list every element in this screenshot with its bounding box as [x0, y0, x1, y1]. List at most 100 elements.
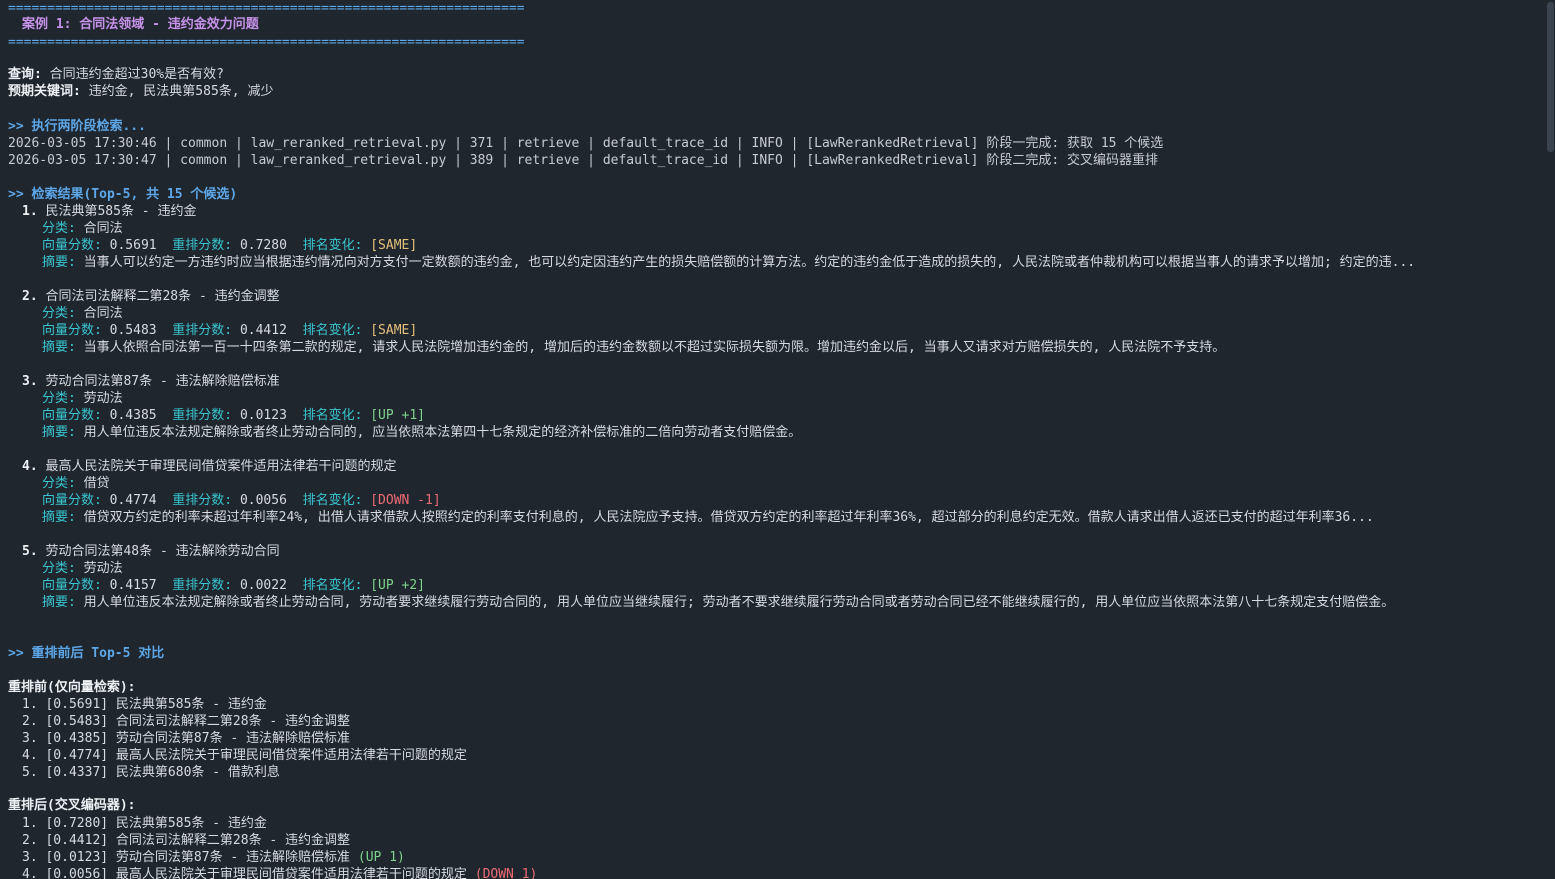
result-summary-line: 摘要: 当事人依照合同法第一百一十四条第二款的规定, 请求人民法院增加违约金的,… [8, 339, 1535, 356]
result-score-line: 向量分数: 0.5691 重排分数: 0.7280 排名变化: [SAME] [8, 237, 417, 254]
log-line: 2026-03-05 17:30:46 | common | law_reran… [8, 136, 1164, 151]
summary-label: 摘要: [42, 595, 76, 610]
vector-score-label: 向量分数: [42, 238, 102, 253]
before-item-text: 4. [0.4774] 最高人民法院关于审理民间借贷案件适用法律若干问题的规定 [22, 748, 467, 763]
summary-label: 摘要: [42, 510, 76, 525]
result-title-line: 5. 劳动合同法第48条 - 违法解除劳动合同 [8, 543, 280, 560]
rerank-score-value: 0.4412 [239, 323, 287, 338]
rank-change-label: 排名变化: [302, 493, 363, 508]
after-item-text: 4. [0.0056] 最高人民法院关于审理民间借贷案件适用法律若干问题的规定 [22, 867, 467, 879]
rerank-score-value: 0.0056 [239, 493, 287, 508]
result-category-line: 分类: 合同法 [8, 305, 123, 322]
rerank-score-label: 重排分数: [172, 578, 233, 593]
after-item-change-tag: (UP 1) [357, 850, 405, 865]
result-number: 1. [22, 204, 38, 219]
keywords-value: 违约金, 民法典第585条, 减少 [88, 84, 274, 99]
result-title: 劳动合同法第87条 - 违法解除赔偿标准 [45, 374, 280, 389]
rank-change-label: 排名变化: [302, 323, 363, 338]
before-list-item: 2. [0.5483] 合同法司法解释二第28条 - 违约金调整 [8, 713, 350, 730]
result-score-line: 向量分数: 0.4157 重排分数: 0.0022 排名变化: [UP +2] [8, 577, 425, 594]
result-number: 4. [22, 459, 38, 474]
case-title: 案例 1: 合同法领域 - 违约金效力问题 [22, 17, 259, 32]
after-item-change-tag: (DOWN 1) [474, 867, 538, 879]
rerank-score-value: 0.0123 [239, 408, 287, 423]
after-list-item: 3. [0.0123] 劳动合同法第87条 - 违法解除赔偿标准 (UP 1) [8, 849, 405, 866]
rerank-score-label: 重排分数: [172, 238, 233, 253]
summary-text: 借贷双方约定的利率未超过年利率24%, 出借人请求借款人按照约定的利率支付利息的… [83, 510, 1374, 525]
before-label: 重排前(仅向量检索): [8, 680, 136, 695]
before-item-text: 5. [0.4337] 民法典第680条 - 借款利息 [22, 765, 280, 780]
summary-text: 用人单位违反本法规定解除或者终止劳动合同, 劳动者要求继续履行劳动合同的, 用人… [83, 595, 1395, 610]
category-label: 分类: [42, 306, 76, 321]
category-value: 合同法 [83, 306, 123, 321]
result-summary-line: 摘要: 用人单位违反本法规定解除或者终止劳动合同的, 应当依照本法第四十七条规定… [8, 424, 1535, 441]
separator-bottom: ========================================… [8, 35, 525, 50]
result-category-line: 分类: 合同法 [8, 220, 123, 237]
rerank-score-value: 0.7280 [239, 238, 287, 253]
category-label: 分类: [42, 391, 76, 406]
rank-change-badge: [DOWN -1] [370, 493, 441, 508]
result-number: 2. [22, 289, 38, 304]
vector-score-value: 0.5691 [109, 238, 157, 253]
category-label: 分类: [42, 476, 76, 491]
query-line: 查询: 合同违约金超过30%是否有效? [8, 66, 224, 83]
vector-score-label: 向量分数: [42, 408, 102, 423]
rank-change-badge: [UP +2] [370, 578, 426, 593]
after-list-item: 4. [0.0056] 最高人民法院关于审理民间借贷案件适用法律若干问题的规定 … [8, 866, 537, 879]
result-summary-line: 摘要: 用人单位违反本法规定解除或者终止劳动合同, 劳动者要求继续履行劳动合同的… [8, 594, 1535, 611]
vector-score-label: 向量分数: [42, 323, 102, 338]
result-title-line: 4. 最高人民法院关于审理民间借贷案件适用法律若干问题的规定 [8, 458, 397, 475]
summary-text: 当事人可以约定一方违约时应当根据违约情况向对方支付一定数额的违约金, 也可以约定… [83, 255, 1416, 270]
result-score-line: 向量分数: 0.5483 重排分数: 0.4412 排名变化: [SAME] [8, 322, 417, 339]
category-value: 劳动法 [83, 391, 123, 406]
rerank-score-label: 重排分数: [172, 408, 233, 423]
compare-header: >> 重排前后 Top-5 对比 [8, 646, 165, 661]
category-value: 合同法 [83, 221, 123, 236]
result-score-line: 向量分数: 0.4385 重排分数: 0.0123 排名变化: [UP +1] [8, 407, 425, 424]
rank-change-badge: [UP +1] [370, 408, 426, 423]
rank-change-badge: [SAME] [370, 238, 418, 253]
category-value: 借贷 [83, 476, 110, 491]
summary-label: 摘要: [42, 255, 76, 270]
result-number: 3. [22, 374, 38, 389]
after-label: 重排后(交叉编码器): [8, 798, 136, 813]
category-label: 分类: [42, 221, 76, 236]
result-title: 民法典第585条 - 违约金 [45, 204, 197, 219]
query-value: 合同违约金超过30%是否有效? [49, 67, 224, 82]
scrollbar-thumb[interactable] [1547, 2, 1554, 152]
before-item-text: 2. [0.5483] 合同法司法解释二第28条 - 违约金调整 [22, 714, 351, 729]
result-summary-line: 摘要: 借贷双方约定的利率未超过年利率24%, 出借人请求借款人按照约定的利率支… [8, 509, 1535, 526]
after-item-text: 3. [0.0123] 劳动合同法第87条 - 违法解除赔偿标准 [22, 850, 351, 865]
rerank-score-value: 0.0022 [239, 578, 287, 593]
log-line: 2026-03-05 17:30:47 | common | law_reran… [8, 153, 1158, 168]
result-title: 劳动合同法第48条 - 违法解除劳动合同 [45, 544, 280, 559]
rank-change-label: 排名变化: [302, 238, 363, 253]
rerank-score-label: 重排分数: [172, 493, 233, 508]
before-item-text: 3. [0.4385] 劳动合同法第87条 - 违法解除赔偿标准 [22, 731, 351, 746]
result-number: 5. [22, 544, 38, 559]
after-item-text: 1. [0.7280] 民法典第585条 - 违约金 [22, 816, 267, 831]
query-label: 查询: [8, 67, 42, 82]
after-list-item: 2. [0.4412] 合同法司法解释二第28条 - 违约金调整 [8, 832, 350, 849]
summary-label: 摘要: [42, 425, 76, 440]
rerank-score-label: 重排分数: [172, 323, 233, 338]
vector-score-value: 0.5483 [109, 323, 157, 338]
vertical-scrollbar[interactable] [1545, 0, 1555, 879]
result-title: 最高人民法院关于审理民间借贷案件适用法律若干问题的规定 [45, 459, 397, 474]
before-list-item: 1. [0.5691] 民法典第585条 - 违约金 [8, 696, 267, 713]
vector-score-value: 0.4774 [109, 493, 157, 508]
separator-top: ========================================… [8, 1, 525, 16]
results-header: >> 检索结果(Top-5, 共 15 个候选) [8, 187, 238, 202]
before-list-item: 4. [0.4774] 最高人民法院关于审理民间借贷案件适用法律若干问题的规定 [8, 747, 467, 764]
rank-change-label: 排名变化: [302, 578, 363, 593]
vector-score-label: 向量分数: [42, 493, 102, 508]
summary-label: 摘要: [42, 340, 76, 355]
after-list-item: 1. [0.7280] 民法典第585条 - 违约金 [8, 815, 267, 832]
before-item-text: 1. [0.5691] 民法典第585条 - 违约金 [22, 697, 267, 712]
result-summary-line: 摘要: 当事人可以约定一方违约时应当根据违约情况向对方支付一定数额的违约金, 也… [8, 254, 1535, 271]
category-value: 劳动法 [83, 561, 123, 576]
after-item-text: 2. [0.4412] 合同法司法解释二第28条 - 违约金调整 [22, 833, 351, 848]
rank-change-label: 排名变化: [302, 408, 363, 423]
vector-score-value: 0.4157 [109, 578, 157, 593]
result-category-line: 分类: 劳动法 [8, 560, 123, 577]
